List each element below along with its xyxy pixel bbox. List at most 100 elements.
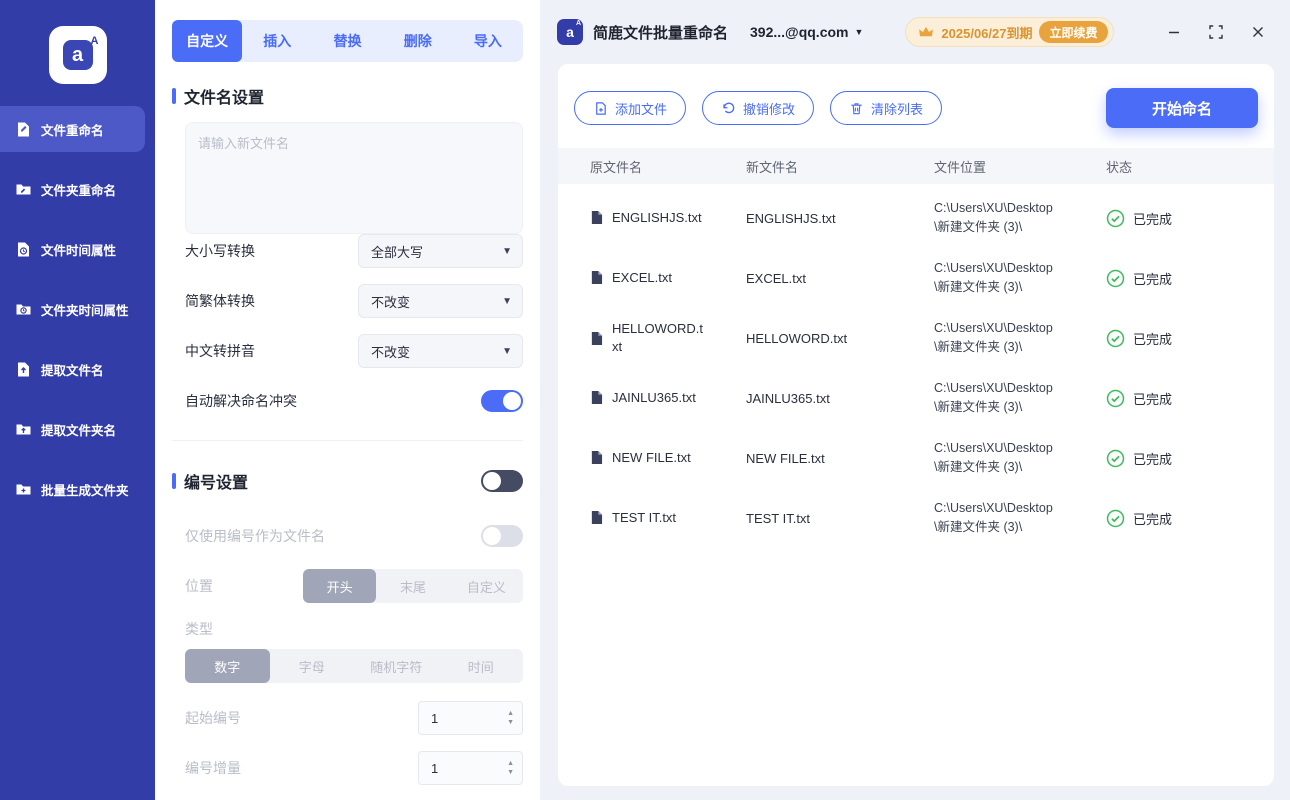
folder-rename-icon (15, 181, 32, 198)
simplified-traditional-select[interactable]: 不改变 ▼ (358, 284, 523, 318)
sidebar-item-extract-filename[interactable]: 提取文件名 (0, 346, 155, 392)
selected-value: 不改变 (371, 344, 411, 360)
original-filename-cell: TEST IT.txt (590, 509, 746, 527)
settings-panel: 自定义 插入 替换 删除 导入 文件名设置 大小写转换 全部大写 ▼ 简繁体转换… (155, 0, 540, 800)
undo-label: 撤销修改 (743, 101, 796, 117)
new-filename: TEST IT.txt (746, 510, 811, 526)
stepper-arrows-icon[interactable]: ▲ ▼ (507, 760, 514, 776)
status-text: 已完成 (1133, 211, 1173, 227)
sidebar-item-folder-time[interactable]: 文件夹时间属性 (0, 286, 155, 332)
sidebar-item-file-time[interactable]: 文件时间属性 (0, 226, 155, 272)
titlebar: aA 简鹿文件批量重命名 392...@qq.com ▼ 2025/06/27到… (540, 0, 1290, 64)
type-time-button[interactable]: 时间 (439, 649, 524, 683)
table-row[interactable]: JAINLU365.txt JAINLU365.txt C:\Users\XU\… (558, 368, 1274, 428)
numbering-title: 编号设置 (172, 469, 248, 493)
main-area: aA 简鹿文件批量重命名 392...@qq.com ▼ 2025/06/27到… (540, 0, 1290, 800)
renew-button[interactable]: 立即续费 (1039, 21, 1108, 43)
status-cell: 已完成 (1106, 389, 1274, 408)
original-filename: HELLOWORD.txt (612, 321, 704, 354)
position-row: 位置 开头 末尾 自定义 (185, 569, 523, 603)
col-original-filename: 原文件名 (590, 159, 643, 175)
location-line1: C:\Users\XU\Desktop (934, 441, 1053, 456)
account-menu[interactable]: 392...@qq.com ▼ (750, 24, 863, 40)
start-number-label: 起始编号 (185, 710, 241, 726)
case-conversion-select[interactable]: 全部大写 ▼ (358, 234, 523, 268)
location-line1: C:\Users\XU\Desktop (934, 381, 1053, 396)
table-row[interactable]: NEW FILE.txt NEW FILE.txt C:\Users\XU\De… (558, 428, 1274, 488)
original-filename-cell: HELLOWORD.txt (590, 320, 746, 355)
maximize-button[interactable] (1206, 22, 1226, 42)
table-row[interactable]: HELLOWORD.txt HELLOWORD.txt C:\Users\XU\… (558, 308, 1274, 368)
type-letter-button[interactable]: 字母 (270, 649, 355, 683)
sidebar-item-extract-foldername[interactable]: 提取文件夹名 (0, 406, 155, 452)
sidebar: a A 文件重命名 文件夹重命名 文件时间属性 文件夹时间属性 提取文件名 提取… (0, 0, 155, 800)
tab-import[interactable]: 导入 (453, 20, 523, 62)
chevron-down-icon: ▼ (854, 27, 864, 37)
chevron-down-icon: ▼ (502, 245, 512, 257)
numbering-toggle[interactable] (481, 470, 523, 492)
folder-time-icon (15, 301, 32, 318)
trash-icon (849, 101, 864, 116)
position-segmented: 开头 末尾 自定义 (303, 569, 523, 603)
position-custom-button[interactable]: 自定义 (450, 569, 523, 603)
pinyin-row: 中文转拼音 不改变 ▼ (185, 334, 523, 368)
tab-delete[interactable]: 删除 (383, 20, 453, 62)
stepper-arrows-icon[interactable]: ▲ ▼ (507, 710, 514, 726)
only-number-label: 仅使用编号作为文件名 (185, 528, 325, 544)
file-icon (590, 510, 603, 525)
minimize-button[interactable] (1164, 22, 1184, 42)
increment-stepper: ▲▼ (418, 751, 523, 785)
sidebar-item-label: 文件重命名 (41, 123, 104, 138)
tab-replace[interactable]: 替换 (312, 20, 382, 62)
extract-filename-icon (15, 361, 32, 378)
tab-insert[interactable]: 插入 (242, 20, 312, 62)
account-email: 392...@qq.com (750, 24, 849, 40)
table-row[interactable]: ENGLISHJS.txt ENGLISHJS.txt C:\Users\XU\… (558, 188, 1274, 248)
sidebar-item-batch-create-folder[interactable]: 批量生成文件夹 (0, 466, 155, 512)
pinyin-select[interactable]: 不改变 ▼ (358, 334, 523, 368)
simplified-traditional-row: 简繁体转换 不改变 ▼ (185, 284, 523, 318)
mode-tabs: 自定义 插入 替换 删除 导入 (172, 20, 523, 62)
status-cell: 已完成 (1106, 509, 1274, 528)
position-start-button[interactable]: 开头 (303, 569, 377, 603)
location-line1: C:\Users\XU\Desktop (934, 321, 1053, 336)
position-end-button[interactable]: 末尾 (376, 569, 449, 603)
sidebar-item-folder-rename[interactable]: 文件夹重命名 (0, 166, 155, 212)
start-rename-button[interactable]: 开始命名 (1106, 88, 1258, 128)
add-files-button[interactable]: 添加文件 (574, 91, 687, 125)
check-circle-icon (1106, 329, 1125, 348)
increment-input[interactable] (421, 760, 481, 776)
crown-icon (918, 26, 934, 38)
new-filename: ENGLISHJS.txt (746, 210, 836, 226)
table-row[interactable]: EXCEL.txt EXCEL.txt C:\Users\XU\Desktop … (558, 248, 1274, 308)
increment-row: 编号增量 ▲▼ (185, 751, 523, 785)
type-random-button[interactable]: 随机字符 (354, 649, 439, 683)
table-row[interactable]: TEST IT.txt TEST IT.txt C:\Users\XU\Desk… (558, 488, 1274, 548)
close-button[interactable] (1248, 22, 1268, 42)
start-number-input[interactable] (421, 710, 481, 726)
only-number-toggle[interactable] (481, 525, 523, 547)
logo-letter: a (62, 40, 93, 70)
sidebar-item-file-rename[interactable]: 文件重命名 (0, 106, 145, 152)
logo-letter-small: A (90, 35, 99, 47)
undo-button[interactable]: 撤销修改 (702, 91, 815, 125)
original-filename-cell: JAINLU365.txt (590, 389, 746, 407)
sidebar-item-label: 文件时间属性 (41, 243, 117, 258)
clear-list-button[interactable]: 清除列表 (830, 91, 943, 125)
new-filename: JAINLU365.txt (746, 390, 830, 406)
conflict-toggle[interactable] (481, 390, 523, 412)
status-cell: 已完成 (1106, 449, 1274, 468)
location-line1: C:\Users\XU\Desktop (934, 501, 1053, 516)
tab-custom[interactable]: 自定义 (172, 20, 243, 62)
app-window: a A 文件重命名 文件夹重命名 文件时间属性 文件夹时间属性 提取文件名 提取… (0, 0, 1290, 800)
original-filename: EXCEL.txt (612, 270, 672, 286)
file-location: C:\Users\XU\Desktop \新建文件夹 (3)\ (934, 259, 1106, 297)
type-number-button[interactable]: 数字 (185, 649, 270, 683)
status-cell: 已完成 (1106, 209, 1274, 228)
selected-value: 全部大写 (371, 244, 424, 260)
new-filename-input[interactable] (185, 122, 523, 234)
file-location: C:\Users\XU\Desktop \新建文件夹 (3)\ (934, 199, 1106, 237)
original-filename: JAINLU365.txt (612, 390, 696, 406)
add-file-icon (593, 101, 608, 116)
file-table-body: ENGLISHJS.txt ENGLISHJS.txt C:\Users\XU\… (558, 184, 1274, 786)
